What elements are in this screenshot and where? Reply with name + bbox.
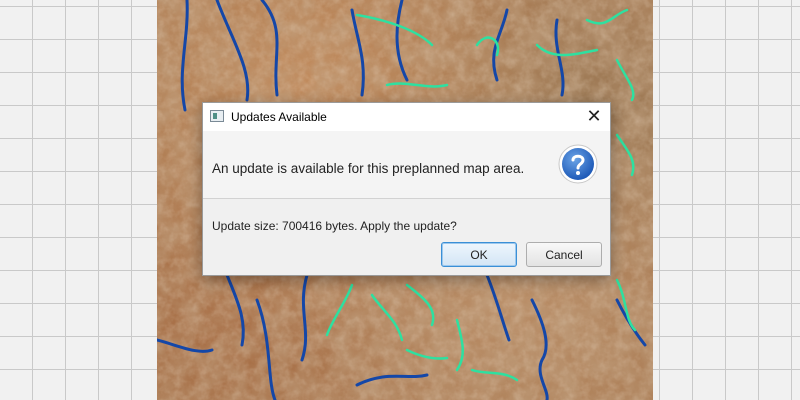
ok-button[interactable]: OK — [441, 242, 517, 267]
dialog-content-text: Update size: 700416 bytes. Apply the upd… — [212, 219, 457, 233]
question-icon — [558, 144, 598, 184]
dialog-title: Updates Available — [231, 110, 327, 124]
close-button[interactable]: ✕ — [582, 105, 606, 129]
dialog-header-text: An update is available for this preplann… — [212, 161, 525, 176]
dialog-header: An update is available for this preplann… — [203, 131, 610, 199]
window-icon — [210, 110, 224, 122]
updates-dialog: Updates Available ✕ An update is availab… — [202, 102, 611, 276]
dialog-titlebar[interactable]: Updates Available ✕ — [203, 103, 610, 131]
cancel-button[interactable]: Cancel — [526, 242, 602, 267]
